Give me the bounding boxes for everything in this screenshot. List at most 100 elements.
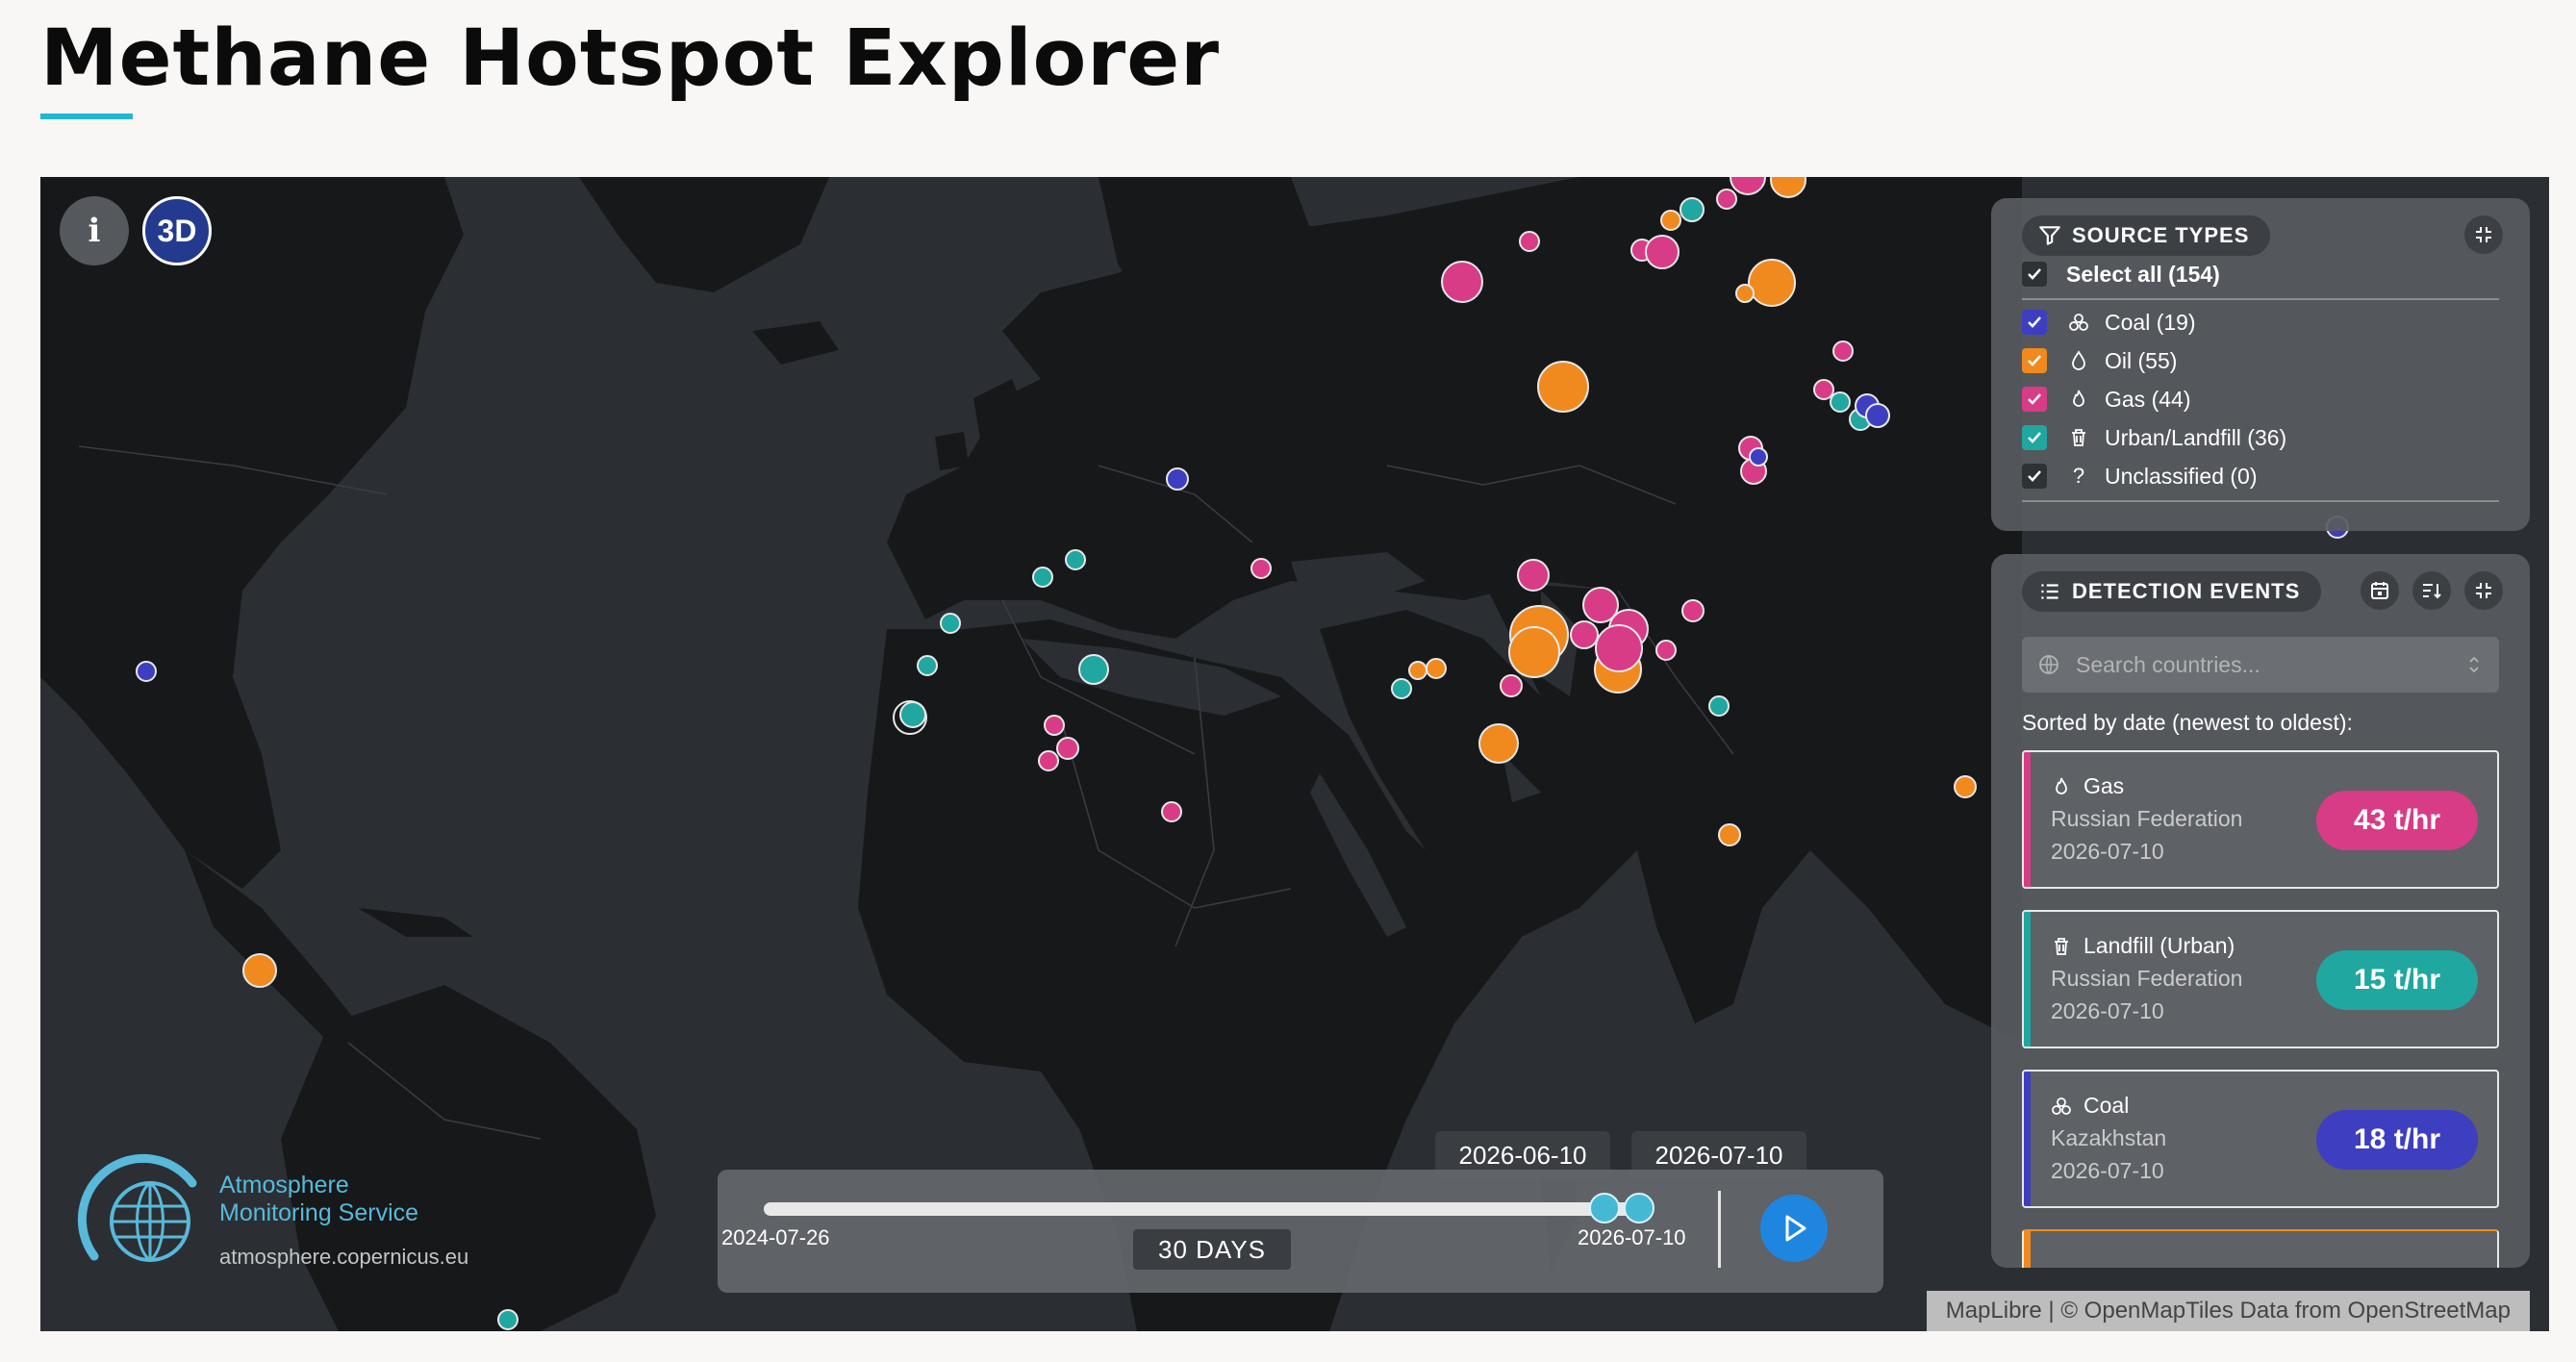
hotspot-marker <box>1508 626 1560 678</box>
filter-row-oil[interactable]: Oil (55) <box>2022 342 2499 379</box>
hotspot-marker <box>136 661 157 682</box>
map-attribution[interactable]: MapLibre | © OpenMapTiles Data from Open… <box>1926 1291 2530 1331</box>
hotspot-marker <box>1408 661 1427 680</box>
select-all-checkbox[interactable] <box>2022 262 2047 287</box>
event-country: Russian Federation <box>2051 806 2243 831</box>
hotspot-marker <box>1595 624 1643 672</box>
select-all-label: Select all (154) <box>2066 261 2220 287</box>
play-icon <box>1785 1215 1806 1242</box>
list-icon <box>2041 584 2058 599</box>
check-icon <box>2028 432 2041 443</box>
event-card[interactable]: Gas Russian Federation 2026-07-10 43 t/h… <box>2022 750 2499 889</box>
question-icon: ? <box>2072 464 2085 488</box>
filter-row-unclassified[interactable]: ? Unclassified (0) <box>2022 458 2499 494</box>
hotspot-marker <box>1166 467 1189 491</box>
cams-name-line1: Atmosphere <box>219 1172 349 1198</box>
play-button[interactable] <box>1760 1195 1828 1262</box>
title-underline <box>40 114 133 119</box>
time-slider: 2024-07-26 2026-07-10 30 DAYS <box>718 1170 1883 1293</box>
unclassified-checkbox[interactable] <box>2022 464 2047 489</box>
hotspot-marker <box>1748 259 1796 307</box>
hotspot-marker <box>1500 674 1523 697</box>
cams-url[interactable]: atmosphere.copernicus.eu <box>219 1245 468 1270</box>
time-slider-start-handle[interactable] <box>1589 1193 1620 1223</box>
hotspot-marker <box>1749 447 1768 467</box>
timeline-start-label: 2024-07-26 <box>721 1225 830 1249</box>
event-type-label: Gas <box>2084 773 2125 798</box>
check-icon <box>2028 470 2041 482</box>
event-card[interactable] <box>2022 1229 2499 1268</box>
event-type-stripe <box>2024 752 2031 887</box>
sort-icon <box>2423 584 2441 599</box>
sort-button[interactable] <box>2412 571 2451 610</box>
hotspot-marker <box>1865 403 1890 428</box>
hotspot-marker <box>917 655 938 676</box>
date-filter-button[interactable] <box>2361 571 2399 610</box>
collapse-icon <box>2476 227 2491 242</box>
oil-drop-icon <box>2066 348 2091 373</box>
country-search-input[interactable] <box>2074 650 2443 679</box>
map-canvas[interactable]: i 3D SOURCE TYPES Select all (154) Coal … <box>40 177 2549 1331</box>
event-type: Gas <box>2051 773 2124 799</box>
timeline-separator <box>1718 1191 1721 1268</box>
check-icon <box>2028 355 2041 366</box>
divider <box>2022 500 2499 502</box>
time-slider-track[interactable] <box>764 1202 1639 1216</box>
filter-row-urban-landfill[interactable]: Urban/Landfill (36) <box>2022 419 2499 456</box>
globe-icon <box>2039 655 2058 674</box>
event-type: Coal <box>2051 1093 2129 1119</box>
hotspot-marker <box>1681 599 1705 622</box>
event-type-stripe <box>2024 912 2031 1047</box>
check-icon <box>2028 268 2041 280</box>
info-button[interactable]: i <box>60 196 129 265</box>
collapse-source-panel-button[interactable] <box>2464 215 2503 254</box>
coal-filter-label: Coal (19) <box>2105 309 2196 335</box>
urban-landfill-filter-label: Urban/Landfill (36) <box>2105 424 2287 450</box>
urban-landfill-checkbox[interactable] <box>2022 425 2047 450</box>
filter-row-gas[interactable]: Gas (44) <box>2022 381 2499 417</box>
time-slider-end-handle[interactable] <box>1624 1193 1654 1223</box>
event-type-stripe <box>2024 1231 2031 1268</box>
flame-icon <box>2066 387 2091 412</box>
hotspot-marker <box>1391 678 1412 699</box>
event-date: 2026-07-10 <box>2051 998 2164 1023</box>
cams-name-line2: Monitoring Service <box>219 1199 419 1226</box>
event-card[interactable]: Coal Kazakhstan 2026-07-10 18 t/hr <box>2022 1070 2499 1208</box>
event-country: Russian Federation <box>2051 966 2243 991</box>
check-icon <box>2028 393 2041 405</box>
emission-rate-badge: 43 t/hr <box>2316 791 2478 850</box>
hotspot-marker <box>940 613 961 634</box>
oil-checkbox[interactable] <box>2022 348 2047 373</box>
hotspot-marker <box>1679 197 1705 222</box>
hotspot-marker <box>1078 654 1109 685</box>
cams-globe-logo-icon <box>77 1153 197 1262</box>
collapse-icon <box>2476 583 2491 598</box>
event-type-label: Coal <box>2084 1093 2130 1118</box>
detection-events-title: DETECTION EVENTS <box>2072 579 2301 603</box>
time-window-label: 30 DAYS <box>1133 1229 1291 1270</box>
coal-checkbox[interactable] <box>2022 310 2047 335</box>
chevron-updown-icon <box>2469 656 2479 673</box>
hotspot-marker <box>1056 737 1079 760</box>
gas-filter-label: Gas (44) <box>2105 386 2191 412</box>
filter-icon <box>2039 226 2060 245</box>
trash-icon <box>2055 937 2068 955</box>
filter-row-coal[interactable]: Coal (19) <box>2022 304 2499 340</box>
coal-icon <box>2052 1097 2071 1115</box>
hotspot-marker <box>1660 210 1681 231</box>
sort-order-label: Sorted by date (newest to oldest): <box>2022 710 2353 735</box>
select-all-row[interactable]: Select all (154) <box>2022 256 2499 292</box>
cams-logo[interactable]: Atmosphere Monitoring Service atmosphere… <box>77 1150 519 1295</box>
detection-events-header: DETECTION EVENTS <box>2022 571 2322 612</box>
hotspot-marker <box>1832 340 1854 362</box>
country-search[interactable] <box>2022 637 2499 693</box>
hotspot-marker <box>1735 284 1755 303</box>
coal-icon <box>2066 310 2091 335</box>
emission-rate-badge: 15 t/hr <box>2316 950 2478 1010</box>
3d-view-button[interactable]: 3D <box>142 196 212 265</box>
gas-checkbox[interactable] <box>2022 387 2047 412</box>
collapse-events-panel-button[interactable] <box>2464 571 2503 610</box>
hotspot-marker <box>497 1309 518 1330</box>
event-card[interactable]: Landfill (Urban) Russian Federation 2026… <box>2022 910 2499 1048</box>
cams-name: Atmosphere Monitoring Service <box>219 1172 418 1227</box>
